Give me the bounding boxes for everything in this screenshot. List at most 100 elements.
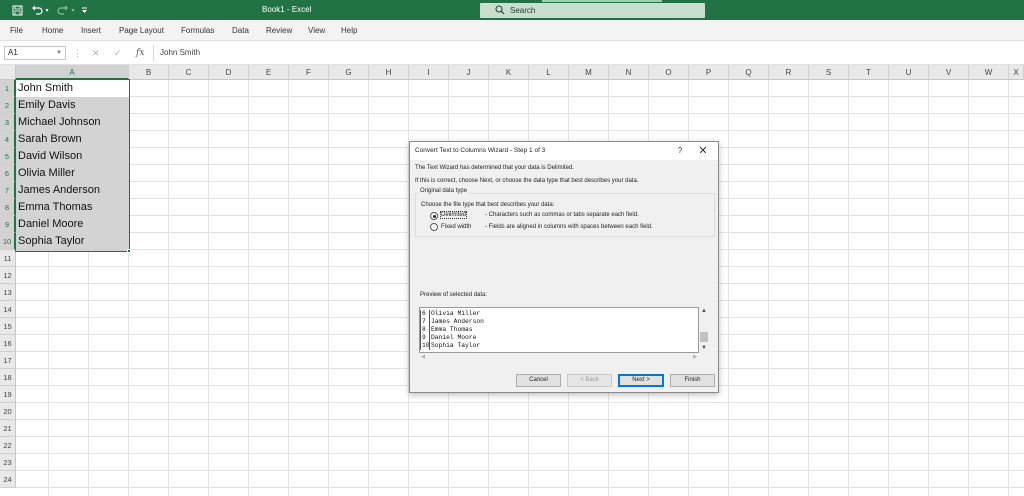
column-header-d[interactable]: D — [209, 65, 249, 80]
column-header-l[interactable]: L — [529, 65, 569, 80]
column-header-e[interactable]: E — [249, 65, 289, 80]
scroll-thumb[interactable] — [700, 332, 708, 342]
undo-dropdown-icon[interactable]: ▾ — [44, 0, 50, 20]
column-header-g[interactable]: G — [329, 65, 369, 80]
save-icon[interactable] — [10, 0, 24, 20]
scroll-down-icon[interactable]: ▼ — [699, 344, 709, 353]
row-header-10[interactable]: 10 — [0, 233, 16, 250]
row-header-8[interactable]: 8 — [0, 199, 16, 216]
title-bar: ▾ ▾ Book1 - Excel Search — [0, 0, 1024, 20]
row-header-21[interactable]: 21 — [0, 420, 16, 437]
tab-view[interactable]: View — [308, 20, 325, 41]
column-header-n[interactable]: N — [609, 65, 649, 80]
next-button[interactable]: Next > — [618, 374, 664, 387]
column-header-w[interactable]: W — [969, 65, 1009, 80]
fill-handle[interactable] — [127, 249, 131, 253]
tab-formulas[interactable]: Formulas — [181, 20, 214, 41]
column-header-o[interactable]: O — [649, 65, 689, 80]
search-box[interactable]: Search — [480, 3, 705, 18]
row-header-13[interactable]: 13 — [0, 284, 16, 301]
select-all-corner[interactable] — [0, 65, 16, 80]
help-icon[interactable]: ? — [673, 142, 687, 160]
row-header-22[interactable]: 22 — [0, 437, 16, 454]
name-box-value: A1 — [8, 48, 18, 57]
window-title: Book1 - Excel — [262, 5, 312, 14]
column-header-x[interactable]: X — [1009, 65, 1024, 80]
column-header-c[interactable]: C — [169, 65, 209, 80]
row-header-16[interactable]: 16 — [0, 335, 16, 352]
row-header-3[interactable]: 3 — [0, 114, 16, 131]
column-header-r[interactable]: R — [769, 65, 809, 80]
column-header-v[interactable]: V — [929, 65, 969, 80]
column-header-j[interactable]: J — [449, 65, 489, 80]
column-header-p[interactable]: P — [689, 65, 729, 80]
tab-page-layout[interactable]: Page Layout — [119, 20, 164, 41]
formula-divider — [153, 45, 154, 61]
column-header-q[interactable]: Q — [729, 65, 769, 80]
row-header-5[interactable]: 5 — [0, 148, 16, 165]
delimited-label[interactable]: Delimited — [439, 211, 468, 219]
tab-data[interactable]: Data — [232, 20, 249, 41]
tab-insert[interactable]: Insert — [81, 20, 101, 41]
column-header-a[interactable]: A — [16, 65, 129, 80]
row-header-18[interactable]: 18 — [0, 369, 16, 386]
row-header-17[interactable]: 17 — [0, 352, 16, 369]
search-placeholder: Search — [510, 6, 536, 15]
column-header-u[interactable]: U — [889, 65, 929, 80]
fixed-width-label[interactable]: Fixed width — [441, 224, 471, 230]
row-header-20[interactable]: 20 — [0, 403, 16, 420]
row-header-4[interactable]: 4 — [0, 131, 16, 148]
row-header-1[interactable]: 1 — [0, 80, 16, 97]
preview-row: 6 Olivia Miller — [420, 310, 481, 318]
scroll-left-icon[interactable]: ◀ — [419, 353, 427, 361]
formula-input[interactable]: John Smith — [160, 46, 200, 60]
row-header-19[interactable]: 19 — [0, 386, 16, 403]
finish-button[interactable]: Finish — [670, 374, 715, 387]
tab-file[interactable]: File — [10, 20, 23, 41]
undo-icon[interactable] — [30, 0, 44, 20]
intro-text-2: If this is correct, choose Next, or choo… — [415, 178, 639, 184]
data-preview[interactable]: 6 Olivia Miller 7 James Anderson 8 Emma Tho… — [419, 307, 699, 353]
column-header-i[interactable]: I — [409, 65, 449, 80]
column-header-f[interactable]: F — [289, 65, 329, 80]
title-accent-line — [542, 0, 662, 2]
group-label: Original data type — [418, 188, 470, 194]
redo-icon — [56, 0, 70, 20]
formula-bar: A1 ▼ ⋮ ✕ ✓ fx John Smith — [0, 41, 1024, 65]
row-header-23[interactable]: 23 — [0, 454, 16, 471]
column-header-t[interactable]: T — [849, 65, 889, 80]
close-icon[interactable]: ✕ — [695, 142, 711, 160]
tab-home[interactable]: Home — [42, 20, 63, 41]
scroll-right-icon[interactable]: ▶ — [691, 353, 699, 361]
dialog-title: Convert Text to Columns Wizard - Step 1 … — [415, 147, 546, 154]
row-header-24[interactable]: 24 — [0, 471, 16, 488]
column-header-m[interactable]: M — [569, 65, 609, 80]
insert-function-icon[interactable]: fx — [136, 46, 144, 60]
column-header-k[interactable]: K — [489, 65, 529, 80]
customize-qat-icon[interactable] — [80, 0, 88, 20]
cancel-button[interactable]: Cancel — [516, 374, 561, 387]
row-header-12[interactable]: 12 — [0, 267, 16, 284]
delimited-radio[interactable] — [430, 212, 438, 220]
chevron-down-icon[interactable]: ▼ — [56, 47, 62, 59]
preview-horizontal-scrollbar[interactable]: ◀ ▶ — [419, 353, 699, 361]
preview-row: 8 Emma Thomas — [420, 326, 473, 334]
column-header-s[interactable]: S — [809, 65, 849, 80]
name-box[interactable]: A1 ▼ — [4, 46, 66, 60]
row-header-2[interactable]: 2 — [0, 97, 16, 114]
column-header-b[interactable]: B — [129, 65, 169, 80]
preview-vertical-scrollbar[interactable]: ▲ ▼ — [699, 307, 709, 353]
back-button: < Back — [567, 374, 612, 387]
row-header-7[interactable]: 7 — [0, 182, 16, 199]
tab-review[interactable]: Review — [266, 20, 292, 41]
row-header-6[interactable]: 6 — [0, 165, 16, 182]
tab-help[interactable]: Help — [341, 20, 357, 41]
search-icon — [495, 5, 507, 16]
row-header-9[interactable]: 9 — [0, 216, 16, 233]
row-header-15[interactable]: 15 — [0, 318, 16, 335]
row-header-14[interactable]: 14 — [0, 301, 16, 318]
row-header-11[interactable]: 11 — [0, 250, 16, 267]
column-header-h[interactable]: H — [369, 65, 409, 80]
fixed-width-radio[interactable] — [430, 223, 438, 231]
scroll-up-icon[interactable]: ▲ — [699, 307, 709, 316]
